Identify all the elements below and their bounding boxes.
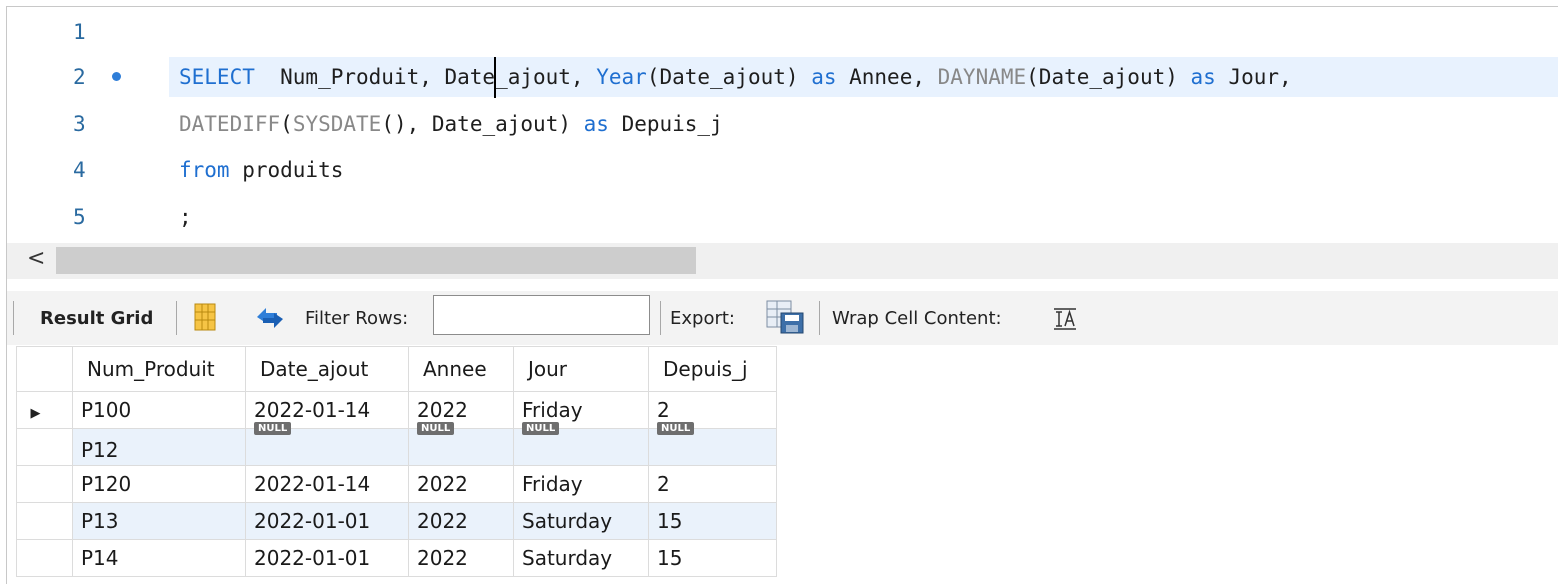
cell-annee[interactable]: 2022 <box>408 502 514 540</box>
cell-jour[interactable]: Saturday <box>513 539 649 577</box>
scrollbar-thumb[interactable] <box>56 247 696 274</box>
row-header[interactable] <box>16 428 73 466</box>
code-line-3[interactable]: 3 DATEDIFF(SYSDATE(), Date_ajout) as Dep… <box>7 104 1558 144</box>
toolbar-separator <box>819 301 820 335</box>
column-header-annee[interactable]: Annee <box>408 346 514 392</box>
text-caret <box>494 57 496 98</box>
cell-num-produit[interactable]: P14 <box>72 539 246 577</box>
line-number: 2 <box>73 65 86 89</box>
code-token: ( <box>280 112 293 136</box>
line-number: 5 <box>73 205 86 229</box>
line-number: 3 <box>73 112 86 136</box>
scroll-left-arrow-icon[interactable]: < <box>27 246 45 271</box>
code-token: (Date_ajout) <box>1026 65 1191 89</box>
sql-editor[interactable]: 1 2 SELECT Num_Produit, Date_ajout, Year… <box>7 7 1558 243</box>
function-name: SYSDATE <box>292 112 382 136</box>
keyword: as <box>811 65 837 89</box>
column-header-num-produit[interactable]: Num_Produit <box>72 346 246 392</box>
cell-date-ajout[interactable]: 2022-01-01 <box>245 502 409 540</box>
row-header[interactable] <box>16 465 73 503</box>
cell-date-ajout[interactable]: 2022-01-14 <box>245 465 409 503</box>
grid-header-row: Num_Produit Date_ajout Annee Jour Depuis… <box>16 346 777 392</box>
code-token: (Date_ajout) <box>646 65 812 89</box>
code-token: Annee, <box>836 65 938 89</box>
cell-annee[interactable]: NULL <box>408 422 514 466</box>
code-line-1[interactable]: 1 <box>7 12 1558 52</box>
code-line-4[interactable]: 4 from produits <box>7 150 1558 190</box>
filter-rows-label: Filter Rows: <box>305 308 409 329</box>
code-text: ; <box>179 205 192 229</box>
result-grid-view-icon[interactable] <box>194 303 216 331</box>
keyword: SELECT <box>179 65 255 89</box>
table-row[interactable]: P120 2022-01-14 2022 Friday 2 <box>16 465 777 503</box>
function-name: Year <box>596 65 647 89</box>
code-text: DATEDIFF(SYSDATE(), Date_ajout) as Depui… <box>179 112 723 136</box>
code-token: Num_Produit, Date_ajout, <box>254 65 597 89</box>
toolbar-separator <box>13 301 14 335</box>
cell-annee[interactable]: 2022 <box>408 465 514 503</box>
null-badge: NULL <box>522 422 560 435</box>
null-badge: NULL <box>254 422 292 435</box>
toolbar-separator <box>660 301 661 335</box>
column-header-jour[interactable]: Jour <box>513 346 649 392</box>
code-token: (), Date_ajout) <box>381 112 584 136</box>
wrap-cell-content-label: Wrap Cell Content: <box>832 308 1002 329</box>
column-header-depuis-j[interactable]: Depuis_j <box>648 346 777 392</box>
result-grid[interactable]: Num_Produit Date_ajout Annee Jour Depuis… <box>16 346 777 577</box>
keyword: as <box>1190 65 1216 89</box>
column-header-date-ajout[interactable]: Date_ajout <box>245 346 409 392</box>
line-number: 1 <box>73 20 86 44</box>
cell-depuis-j[interactable]: NULL <box>648 422 777 466</box>
row-header[interactable]: ▶ <box>16 391 73 429</box>
function-name: DAYNAME <box>937 65 1027 89</box>
cell-num-produit[interactable]: P12 <box>72 428 246 466</box>
cell-jour[interactable]: Friday <box>513 465 649 503</box>
current-row-arrow-icon: ▶ <box>30 406 41 421</box>
table-row[interactable]: P13 2022-01-01 2022 Saturday 15 <box>16 502 777 540</box>
table-row[interactable]: P14 2022-01-01 2022 Saturday 15 <box>16 539 777 577</box>
cell-annee[interactable]: 2022 <box>408 539 514 577</box>
toolbar-separator <box>176 301 177 335</box>
cell-jour[interactable]: NULL <box>513 422 649 466</box>
export-label: Export: <box>670 308 735 329</box>
row-header[interactable] <box>16 539 73 577</box>
code-text: from produits <box>179 158 343 182</box>
cell-depuis-j[interactable]: 2 <box>648 465 777 503</box>
cell-date-ajout[interactable]: NULL <box>245 422 409 466</box>
cell-num-produit[interactable]: P13 <box>72 502 246 540</box>
keyword: from <box>179 158 230 182</box>
code-token: Jour, <box>1215 65 1292 89</box>
cell-num-produit[interactable]: P100 <box>72 391 246 429</box>
wrap-cell-content-icon[interactable] <box>1052 307 1078 331</box>
line-number: 4 <box>73 158 86 182</box>
filter-rows-input[interactable] <box>433 295 650 335</box>
cell-num-produit[interactable]: P120 <box>72 465 246 503</box>
null-badge: NULL <box>417 422 455 435</box>
refresh-icon[interactable] <box>253 303 287 333</box>
row-header[interactable] <box>16 502 73 540</box>
cell-depuis-j[interactable]: 15 <box>648 502 777 540</box>
code-token: produits <box>229 158 344 182</box>
result-toolbar: Result Grid Filter Rows: Export: Wrap Ce… <box>7 291 1558 345</box>
export-icon[interactable] <box>765 299 805 335</box>
result-grid-tab[interactable]: Result Grid <box>40 308 153 329</box>
keyword: as <box>583 112 609 136</box>
null-badge: NULL <box>657 422 695 435</box>
row-header-corner <box>16 346 73 392</box>
code-text: SELECT Num_Produit, Date_ajout, Year(Dat… <box>179 65 1292 89</box>
editor-horizontal-scrollbar[interactable]: < <box>7 243 1558 279</box>
code-token: ; <box>179 205 192 229</box>
cell-depuis-j[interactable]: 15 <box>648 539 777 577</box>
code-line-2[interactable]: 2 SELECT Num_Produit, Date_ajout, Year(D… <box>7 57 1558 97</box>
table-row[interactable]: P12 NULL NULL NULL NULL <box>16 422 777 466</box>
function-name: DATEDIFF <box>179 112 281 136</box>
cell-jour[interactable]: Saturday <box>513 502 649 540</box>
code-token: Depuis_j <box>608 112 723 136</box>
code-line-5[interactable]: 5 ; <box>7 197 1558 237</box>
cell-date-ajout[interactable]: 2022-01-01 <box>245 539 409 577</box>
current-statement-dot-icon <box>112 72 121 81</box>
